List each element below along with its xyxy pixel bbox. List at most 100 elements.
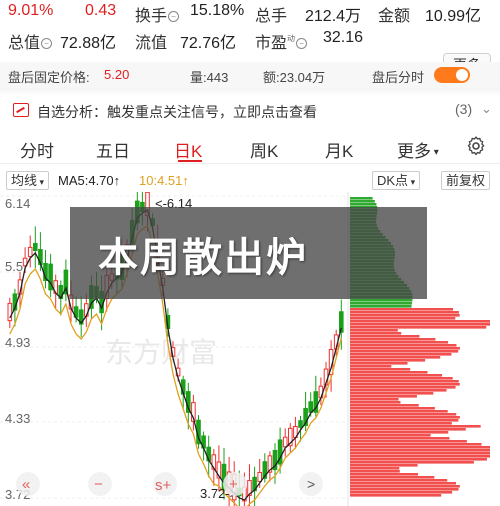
profile-bar xyxy=(350,311,459,314)
after-hours-row: 盘后固定价格: 5.20 量:443 额:23.04万 盘后分时 xyxy=(0,62,500,88)
active-tab-indicator xyxy=(178,160,202,162)
profile-bar xyxy=(350,200,375,203)
ma10-value: 10:4.51↑ xyxy=(139,173,189,188)
profile-bar xyxy=(350,407,435,410)
tab-minute[interactable]: 分时 xyxy=(20,137,54,162)
profile-bar xyxy=(350,395,417,398)
profile-bar xyxy=(350,467,400,470)
price-change: 0.43 xyxy=(85,2,117,19)
price-change-percent: 9.01% xyxy=(8,2,54,19)
tab-week-k[interactable]: 周K xyxy=(250,137,278,162)
after-hours-amount: 额:23.04万 xyxy=(263,70,326,85)
dk-select[interactable]: DK点 ▾ xyxy=(372,171,421,190)
watermark: 东方财富 xyxy=(105,336,217,369)
profile-bar xyxy=(350,401,401,404)
quote-row-primary: 9.01% 0.43 换手 − 15.18% 总手 212.4万 金额 10.99… xyxy=(0,0,500,25)
period-tabs: 分时 五日 日K 周K 月K 更多 ▾ xyxy=(0,132,500,164)
minus-icon: − xyxy=(94,476,103,493)
overlay-banner: 本周散出炉 xyxy=(70,207,427,299)
profile-bar xyxy=(350,365,392,368)
profile-bar xyxy=(350,452,490,455)
gear-icon[interactable] xyxy=(466,136,486,156)
profile-bar xyxy=(350,368,411,371)
caret-down-icon: ▾ xyxy=(431,147,439,158)
profile-bar xyxy=(350,422,452,425)
candle-body xyxy=(298,420,303,428)
after-hours-price-label: 盘后固定价格: xyxy=(8,70,90,85)
profile-bar xyxy=(350,335,420,338)
profile-bar xyxy=(350,314,460,317)
profile-bar xyxy=(350,347,460,350)
float-label: 流值 xyxy=(135,35,168,52)
tab-month-k[interactable]: 月K xyxy=(325,137,353,162)
profile-bar xyxy=(350,332,402,335)
profile-bar xyxy=(350,419,459,422)
profile-bar xyxy=(350,356,441,359)
profile-bar xyxy=(350,323,490,326)
profile-bar xyxy=(350,350,459,353)
profile-bar xyxy=(350,320,490,323)
chart-trend-icon xyxy=(13,103,29,117)
tab-more[interactable]: 更多 ▾ xyxy=(397,137,439,162)
profile-bar xyxy=(350,353,452,356)
profile-bar xyxy=(350,371,428,374)
mktcap-value: 72.88亿 xyxy=(60,35,117,52)
info-icon[interactable]: − xyxy=(41,38,53,49)
profile-bar xyxy=(350,317,456,320)
profile-bar xyxy=(350,197,373,200)
after-hours-price: 5.20 xyxy=(104,67,130,82)
profile-bar xyxy=(350,455,490,458)
profile-bar xyxy=(350,377,453,380)
ma-select[interactable]: 均线 ▾ xyxy=(6,171,50,190)
y-tick-label: 4.33 xyxy=(5,411,30,426)
indicator-row: 均线 ▾ MA5:4.70↑ 10:4.51↑ DK点 ▾ 前复权 xyxy=(0,170,500,192)
amount-value: 10.99亿 xyxy=(425,8,482,25)
quote-row-secondary: 总值− 72.88亿 流值 72.76亿 市盈动− 32.16 更多 xyxy=(0,27,500,77)
profile-bar xyxy=(350,449,490,452)
candle-body xyxy=(33,242,38,252)
profile-bar xyxy=(350,416,460,419)
profile-bar xyxy=(350,359,426,362)
profile-bar xyxy=(350,491,453,494)
profile-bar xyxy=(350,488,459,491)
profile-bar xyxy=(350,398,399,401)
notify-text[interactable]: 自选分析：触发重点关注信号，立即点击查看 xyxy=(37,102,317,122)
caret-down-icon: ▾ xyxy=(37,177,45,187)
profile-bar xyxy=(350,476,435,479)
rewind-icon: « xyxy=(22,476,30,493)
info-icon[interactable]: − xyxy=(296,38,308,49)
y-tick-label: 5.5 xyxy=(5,259,23,274)
profile-bar xyxy=(350,392,434,395)
amount-label: 金额 xyxy=(378,8,411,25)
candle-body xyxy=(7,302,13,322)
profile-bar xyxy=(350,308,454,311)
pe-label: 市盈动− xyxy=(255,29,308,53)
profile-bar xyxy=(350,410,448,413)
profile-bar xyxy=(350,470,400,473)
caret-down-icon: ▾ xyxy=(408,177,416,187)
profile-bar xyxy=(350,344,457,347)
banner-title: 本周散出炉 xyxy=(98,235,308,281)
plus-icon: + xyxy=(229,476,238,493)
profile-bar xyxy=(350,341,449,344)
profile-bar xyxy=(350,446,490,449)
profile-bar xyxy=(350,338,436,341)
adjust-button[interactable]: 前复权 xyxy=(441,171,491,190)
tab-day-k[interactable]: 日K xyxy=(174,137,202,162)
profile-bar xyxy=(350,305,412,308)
tab-five-day[interactable]: 五日 xyxy=(96,137,130,162)
after-hours-toggle[interactable] xyxy=(434,67,470,83)
profile-bar xyxy=(350,302,412,305)
profile-bar xyxy=(350,404,419,407)
profile-bar xyxy=(350,380,459,383)
info-icon[interactable]: − xyxy=(168,11,180,22)
profile-bar xyxy=(350,479,448,482)
profile-bar xyxy=(350,389,447,392)
profile-bar xyxy=(350,494,442,497)
profile-bar xyxy=(350,443,482,446)
profile-bar xyxy=(350,326,487,329)
chevron-down-icon[interactable]: ⌄ xyxy=(481,101,492,117)
after-hours-toggle-label: 盘后分时 xyxy=(372,70,425,85)
notify-row[interactable]: 自选分析：触发重点关注信号，立即点击查看 (3) ⌄ xyxy=(0,98,500,122)
turnover-value: 15.18% xyxy=(190,2,245,19)
